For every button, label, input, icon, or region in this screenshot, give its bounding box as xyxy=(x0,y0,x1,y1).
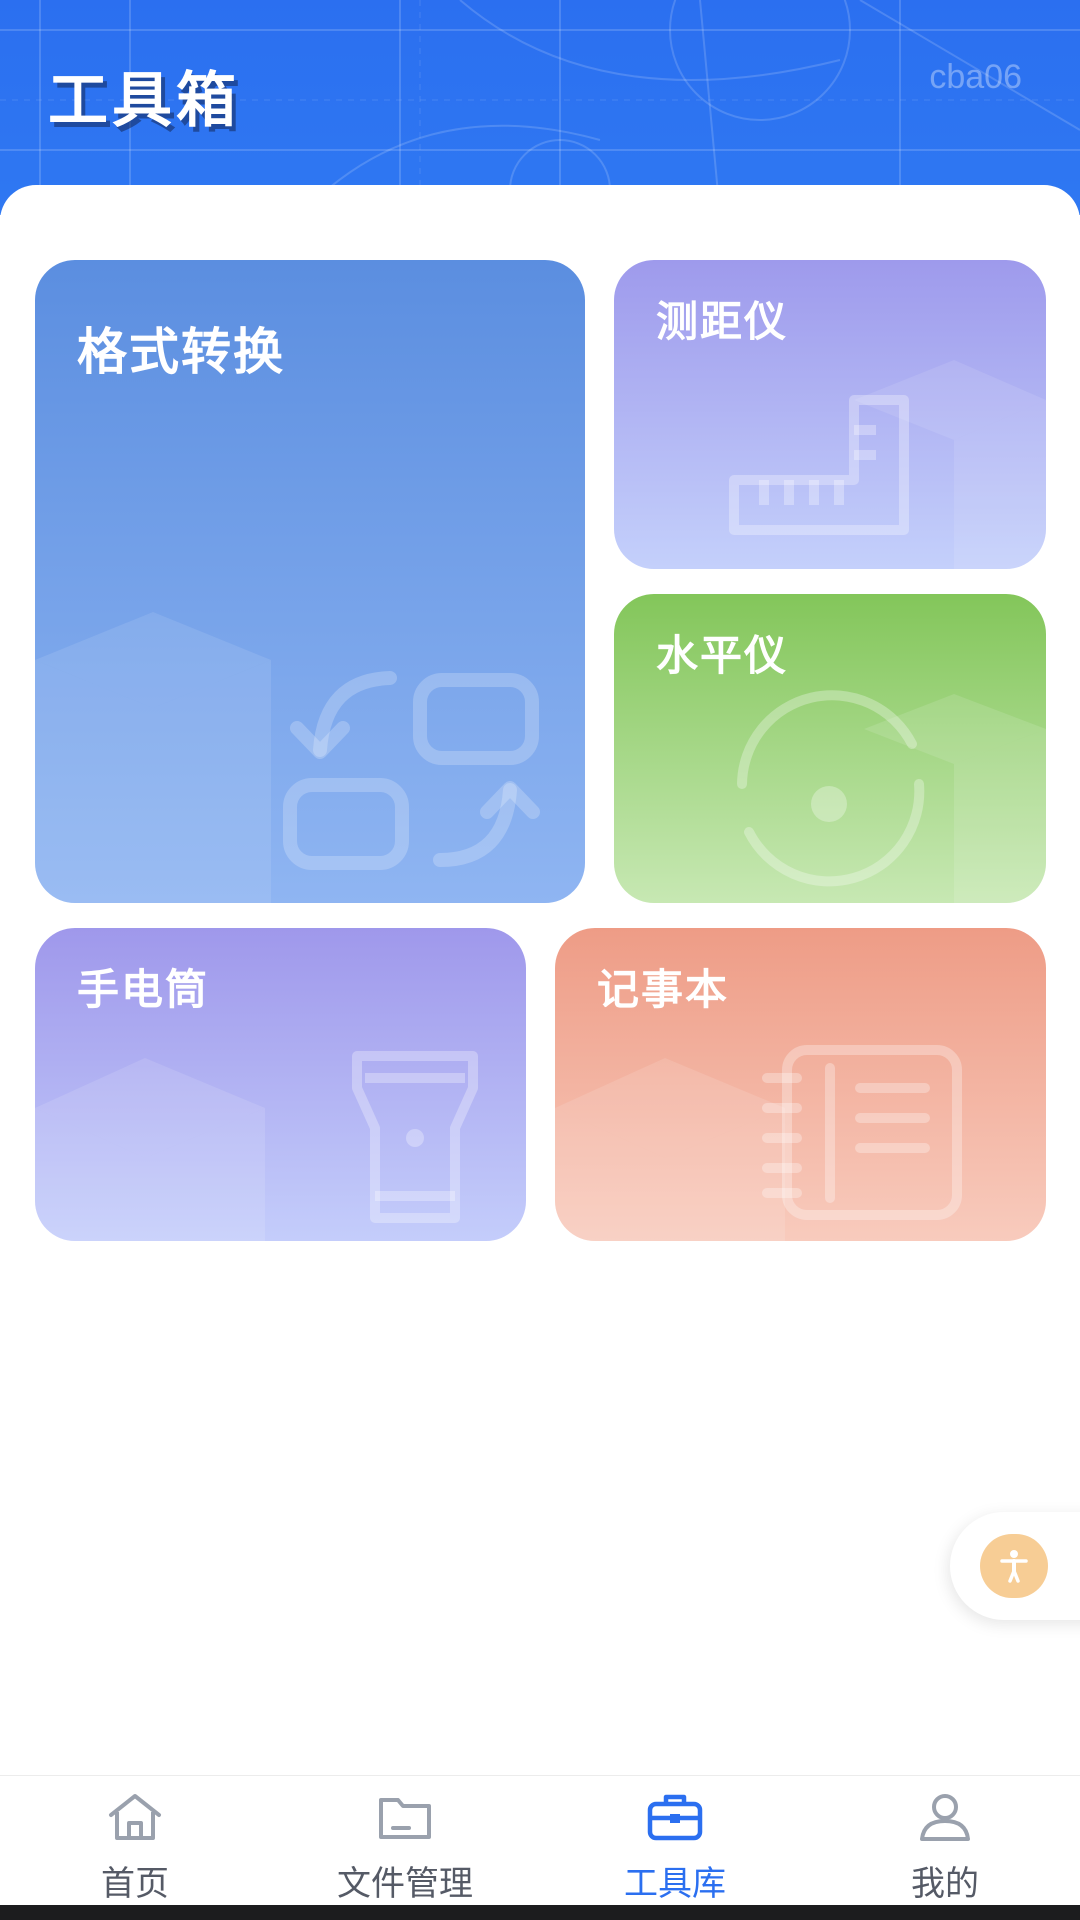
nav-item-files[interactable]: 文件管理 xyxy=(270,1776,540,1906)
tool-card-flashlight[interactable]: 手电筒 xyxy=(35,928,526,1241)
bottom-nav: 首页 文件管理 工具库 我的 xyxy=(0,1775,1080,1906)
system-gesture-bar xyxy=(0,1905,1080,1920)
header-code: cba06 xyxy=(929,58,1022,96)
nav-item-toolbox[interactable]: 工具库 xyxy=(540,1776,810,1906)
floating-panel xyxy=(950,1512,1080,1620)
header: 工具箱 cba06 xyxy=(0,0,1080,215)
home-icon xyxy=(109,1794,161,1840)
folder-icon xyxy=(379,1798,431,1839)
tool-card-level[interactable]: 水平仪 xyxy=(614,594,1046,903)
tool-card-format-convert[interactable]: 格式转换 xyxy=(35,260,585,903)
accessibility-icon xyxy=(1000,1550,1028,1583)
tool-card-rangefinder[interactable]: 测距仪 xyxy=(614,260,1046,569)
tool-label: 记事本 xyxy=(597,965,730,1014)
accessibility-button[interactable] xyxy=(980,1534,1048,1598)
tool-label: 水平仪 xyxy=(656,631,789,680)
tool-label: 测距仪 xyxy=(656,297,789,346)
nav-item-home[interactable]: 首页 xyxy=(0,1776,270,1906)
nav-item-profile[interactable]: 我的 xyxy=(810,1776,1080,1906)
nav-label: 工具库 xyxy=(624,1864,726,1904)
nav-label: 文件管理 xyxy=(337,1864,473,1904)
toolbox-page: 工具箱 cba06 格式转换 测距仪 水平仪 手电筒 记事本 首页 文件管理 工… xyxy=(0,0,1080,1920)
tool-label: 格式转换 xyxy=(77,323,285,381)
page-title: 工具箱 xyxy=(48,66,240,136)
user-icon xyxy=(920,1794,970,1841)
toolbox-icon xyxy=(647,1794,703,1841)
nav-label: 首页 xyxy=(101,1864,169,1904)
nav-label: 我的 xyxy=(911,1864,979,1904)
tool-card-notepad[interactable]: 记事本 xyxy=(555,928,1046,1241)
tool-label: 手电筒 xyxy=(77,965,210,1014)
